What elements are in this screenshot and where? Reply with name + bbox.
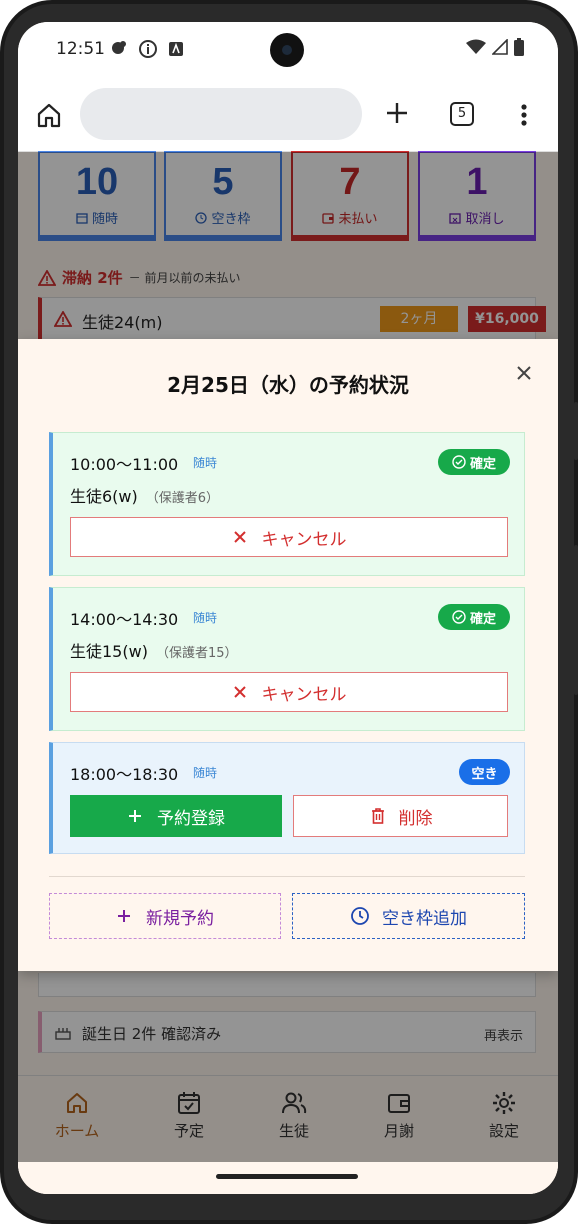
cancel-button-label: キャンセル xyxy=(261,684,347,705)
new-booking-label: 新規予約 xyxy=(146,908,214,929)
trash-icon xyxy=(371,808,384,824)
status-badge: 空き xyxy=(459,759,510,785)
phone-frame: 12:51 5 10 随時 5 空き枠 7 未払い 1 取消し 滞納 2件 － … xyxy=(0,0,578,1224)
check-circle-icon xyxy=(452,610,466,624)
clock-icon xyxy=(351,907,369,925)
signal-icon xyxy=(492,39,508,55)
cancel-button-label: キャンセル xyxy=(261,529,347,550)
book-reservation-button[interactable]: 予約登録 xyxy=(70,795,282,837)
student-name: 生徒6(w) xyxy=(70,487,138,506)
open-slot: 18:00〜18:30 随時 空き 予約登録 削除 xyxy=(49,742,525,854)
student-name: 生徒15(w) xyxy=(70,642,148,661)
slot-time: 18:00〜18:30 xyxy=(70,765,179,784)
slot-type: 随時 xyxy=(193,456,218,470)
battery-icon xyxy=(514,38,524,56)
book-button-label: 予約登録 xyxy=(157,808,225,829)
reservation-status-modal: 2月25日（水）の予約状況 10:00〜11:00 随時 確定 生徒6(w) （保… xyxy=(18,339,558,971)
cancel-button[interactable]: キャンセル xyxy=(70,517,508,557)
reservation-slot: 14:00〜14:30 随時 確定 生徒15(w) （保護者15） キャンセル xyxy=(49,587,525,731)
slot-student: 生徒6(w) （保護者6） xyxy=(70,483,219,507)
slot-time: 10:00〜11:00 xyxy=(70,455,179,474)
status-badge-label: 確定 xyxy=(469,456,496,472)
slot-type: 随時 xyxy=(193,766,218,780)
wifi-icon xyxy=(466,39,486,54)
status-badge: 確定 xyxy=(438,604,510,630)
info-icon xyxy=(139,40,157,58)
new-booking-button[interactable]: 新規予約 xyxy=(49,893,281,939)
slot-student: 生徒15(w) （保護者15） xyxy=(70,638,237,662)
plus-icon xyxy=(118,910,130,922)
modal-title: 2月25日（水）の予約状況 xyxy=(167,373,409,397)
screen: 12:51 5 10 随時 5 空き枠 7 未払い 1 取消し 滞納 2件 － … xyxy=(18,22,558,1194)
address-bar[interactable] xyxy=(80,88,362,140)
check-circle-icon xyxy=(452,455,466,469)
status-time: 12:51 xyxy=(56,39,105,59)
divider xyxy=(49,876,525,877)
tab-switcher-button[interactable]: 5 xyxy=(450,102,474,126)
gesture-bar xyxy=(216,1174,358,1179)
guardian-name: （保護者6） xyxy=(145,491,220,506)
reservation-slot: 10:00〜11:00 随時 確定 生徒6(w) （保護者6） キャンセル xyxy=(49,432,525,576)
status-bar: 12:51 xyxy=(18,22,558,78)
new-tab-icon[interactable] xyxy=(382,98,412,128)
power-button xyxy=(574,402,578,460)
slot-type: 随時 xyxy=(193,611,218,625)
browser-home-icon[interactable] xyxy=(34,100,64,130)
status-badge: 確定 xyxy=(438,449,510,475)
close-icon[interactable] xyxy=(514,363,534,383)
status-badge-label: 確定 xyxy=(469,611,496,627)
browser-toolbar: 5 xyxy=(18,78,558,152)
guardian-name: （保護者15） xyxy=(155,646,238,661)
volume-button xyxy=(574,545,578,695)
slot-time: 14:00〜14:30 xyxy=(70,610,179,629)
more-menu-icon[interactable] xyxy=(514,100,534,130)
front-camera xyxy=(270,33,304,67)
status-badge-label: 空き xyxy=(471,766,498,782)
close-icon xyxy=(233,531,246,543)
delete-slot-button[interactable]: 削除 xyxy=(293,795,508,837)
add-open-slot-button[interactable]: 空き枠追加 xyxy=(292,893,525,939)
add-slot-label: 空き枠追加 xyxy=(382,908,467,929)
chat-notification-icon xyxy=(112,41,126,54)
font-app-icon xyxy=(169,42,183,56)
plus-icon xyxy=(129,810,141,822)
close-icon xyxy=(233,686,246,698)
delete-button-label: 削除 xyxy=(398,808,433,829)
cancel-button[interactable]: キャンセル xyxy=(70,672,508,712)
